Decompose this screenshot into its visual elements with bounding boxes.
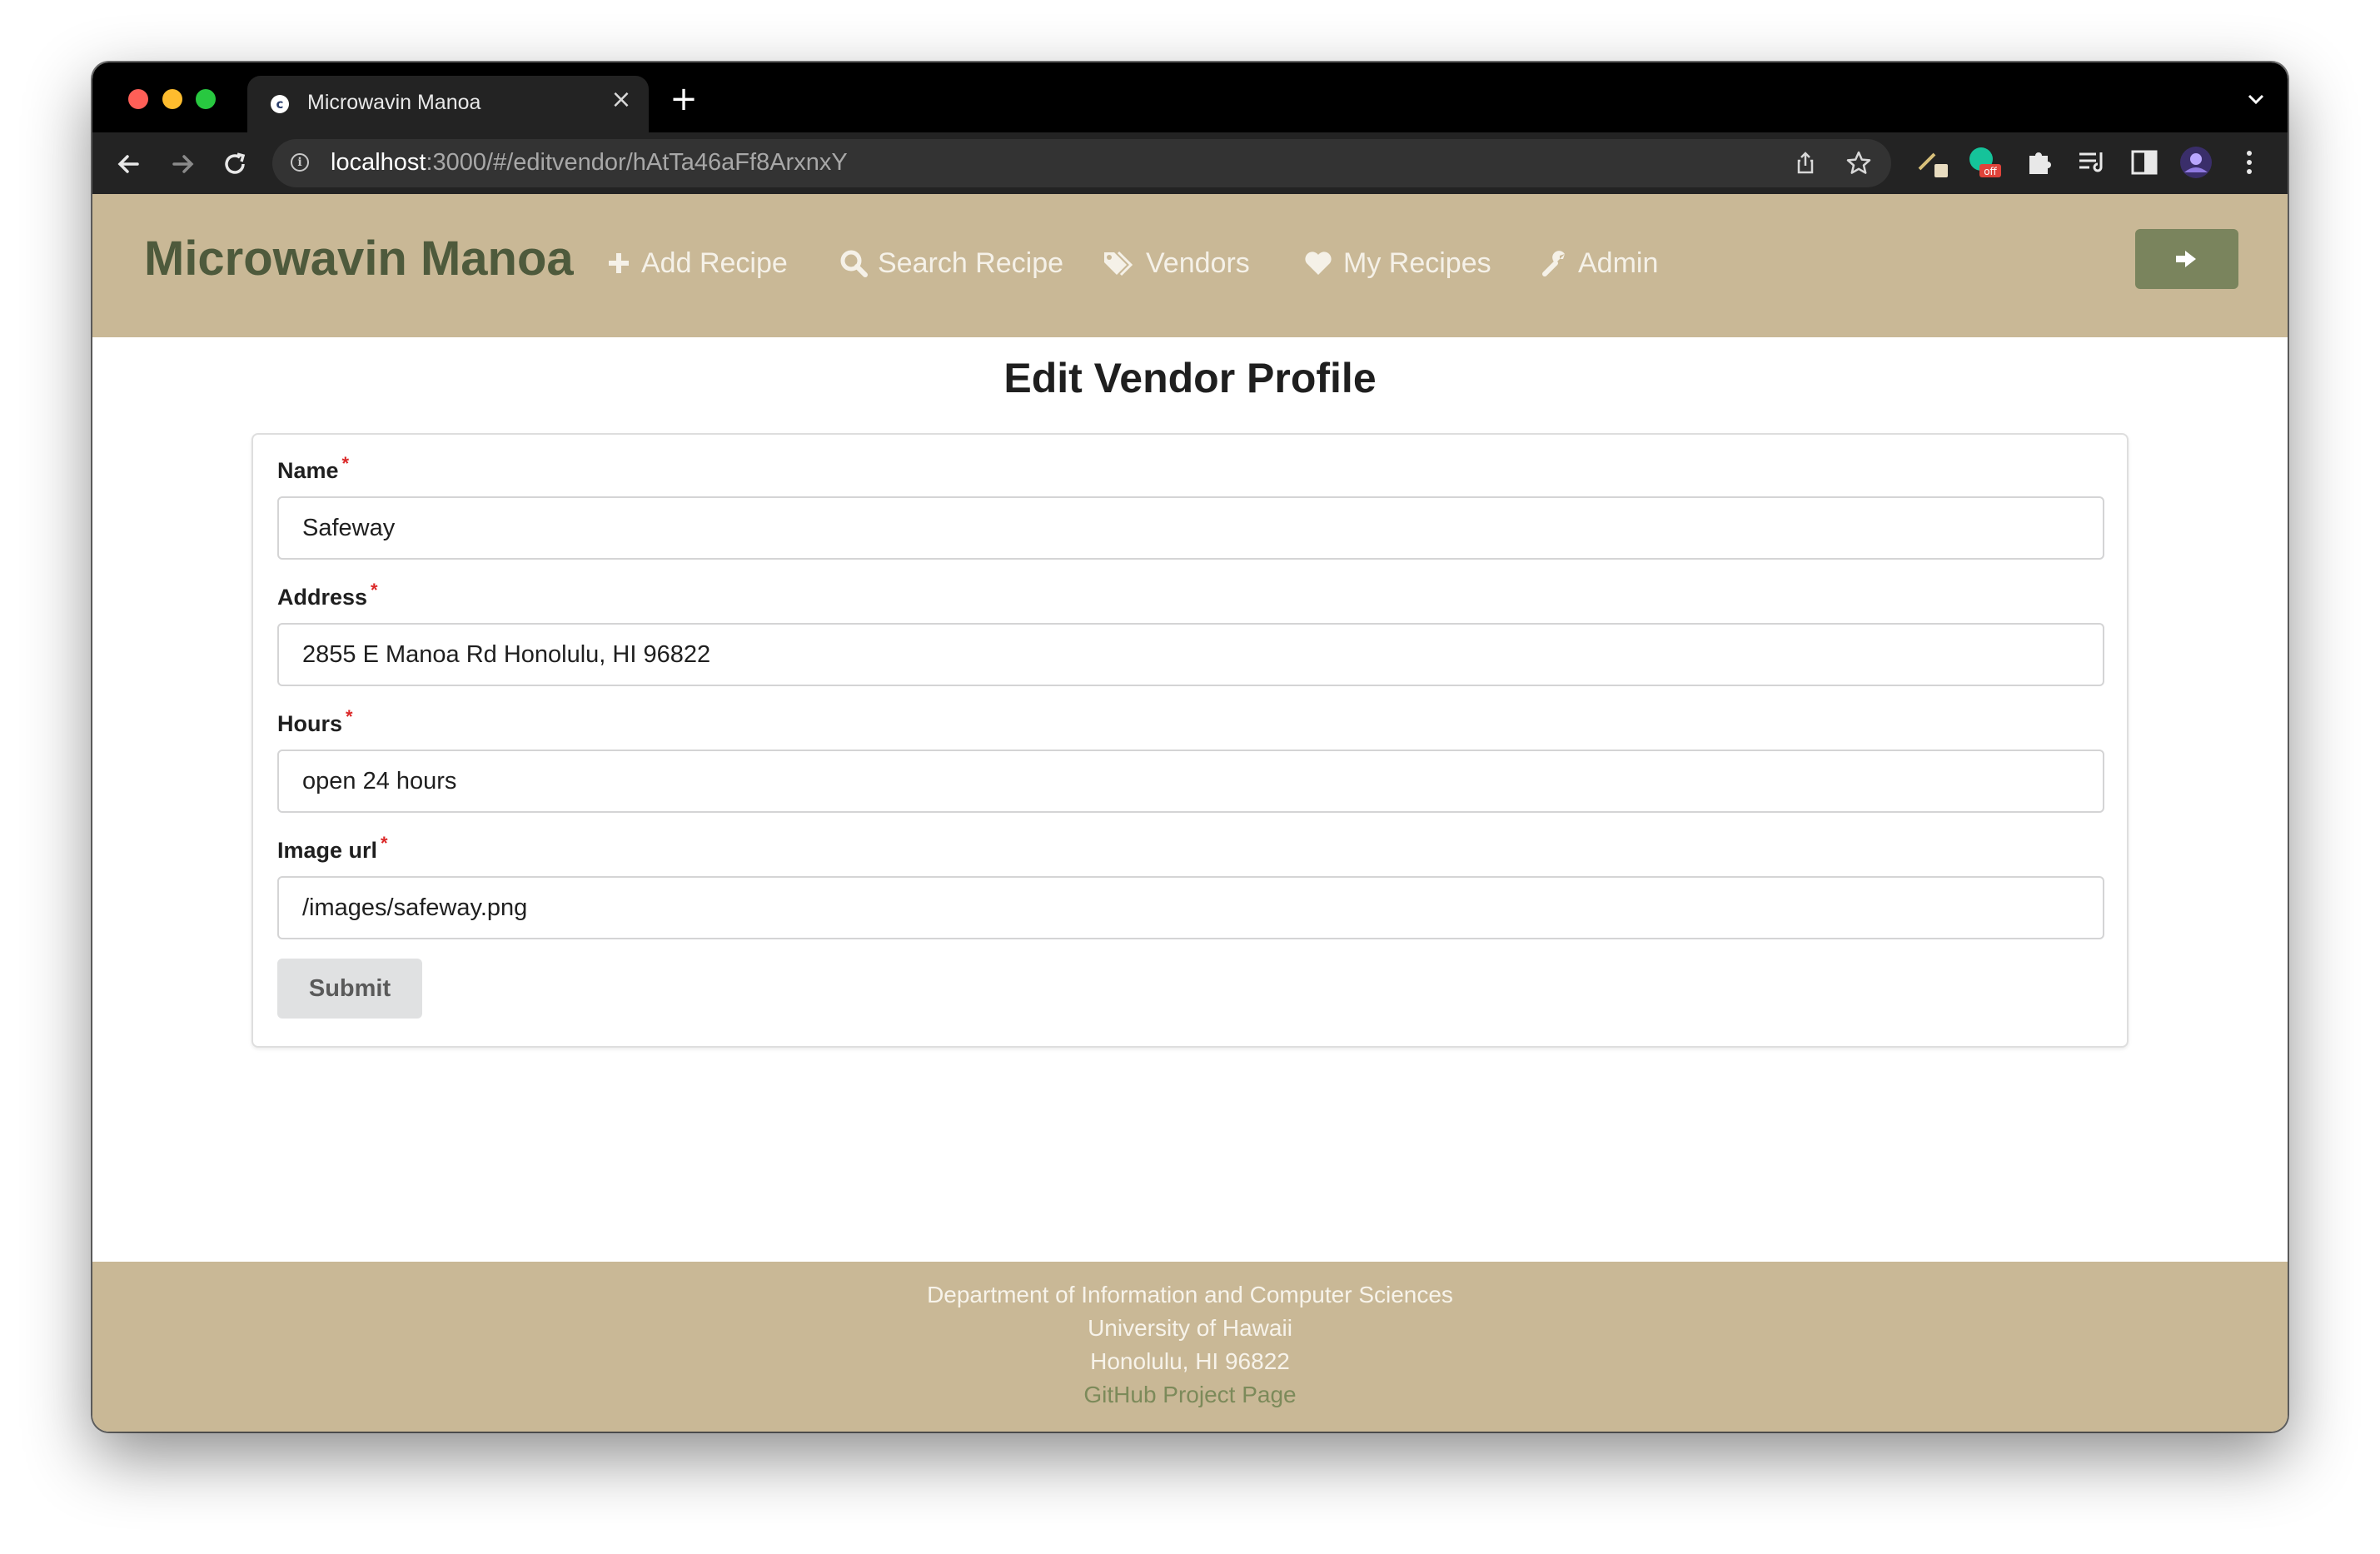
nav-label: Admin	[1578, 247, 1659, 279]
app-navbar: Microwavin Manoa Add Recipe Search Recip…	[92, 194, 2288, 337]
submit-button[interactable]: Submit	[277, 959, 422, 1019]
back-button[interactable]	[112, 147, 146, 181]
tab-title: Microwavin Manoa	[307, 91, 481, 114]
pencil-extension-icon[interactable]	[1914, 144, 1951, 181]
brand-logo[interactable]: Microwavin Manoa	[144, 231, 574, 286]
required-marker: *	[346, 706, 353, 727]
nav-my-recipes[interactable]: My Recipes	[1303, 242, 1491, 284]
hours-input[interactable]	[277, 750, 2104, 813]
profile-avatar-icon[interactable]	[2178, 144, 2214, 181]
footer: Department of Information and Computer S…	[92, 1262, 2288, 1432]
site-info-icon[interactable]: i	[291, 153, 309, 172]
footer-university: University of Hawaii	[1088, 1315, 1292, 1341]
nav-label: Search Recipe	[878, 247, 1064, 279]
address-bar[interactable]: i localhost:3000/#/editvendor/hAtTa46aFf…	[272, 139, 1891, 187]
nav-admin[interactable]: Admin	[1541, 242, 1658, 284]
image-url-input[interactable]	[277, 876, 2104, 939]
required-marker: *	[371, 580, 378, 600]
browser-tab[interactable]: c Microwavin Manoa ×	[247, 76, 649, 132]
logout-button[interactable]	[2135, 229, 2238, 289]
nav-search-recipe[interactable]: Search Recipe	[839, 242, 1063, 284]
reading-list-icon[interactable]	[2073, 144, 2109, 181]
address-label: Address *	[277, 580, 378, 610]
nav-label: Vendors	[1146, 247, 1250, 279]
close-window-button[interactable]	[128, 89, 148, 109]
search-icon	[840, 250, 868, 277]
address-input[interactable]	[277, 623, 2104, 686]
name-input[interactable]	[277, 496, 2104, 560]
wrench-icon	[1542, 251, 1565, 276]
image-url-label: Image url *	[277, 833, 388, 863]
tab-strip: c Microwavin Manoa × +	[92, 62, 2288, 132]
url-text: localhost:3000/#/editvendor/hAtTa46aFf8A…	[331, 149, 848, 176]
side-panel-icon[interactable]	[2126, 144, 2163, 181]
favicon-icon: c	[271, 95, 289, 113]
required-marker: *	[381, 833, 388, 854]
share-icon[interactable]	[1791, 149, 1820, 177]
extensions-puzzle-icon[interactable]	[2021, 144, 2058, 181]
nav-label: My Recipes	[1343, 247, 1491, 279]
nav-label: Add Recipe	[641, 247, 788, 279]
extension-badge: off	[1984, 166, 1997, 177]
tab-search-chevron-icon[interactable]	[2241, 84, 2271, 114]
bookmark-star-icon[interactable]	[1845, 149, 1873, 177]
plus-icon	[609, 253, 629, 273]
footer-location: Honolulu, HI 96822	[1090, 1348, 1290, 1374]
maximize-window-button[interactable]	[196, 89, 216, 109]
sign-out-icon	[2176, 251, 2196, 267]
close-tab-icon[interactable]: ×	[609, 87, 634, 112]
browser-menu-icon[interactable]	[2231, 144, 2268, 181]
github-project-link[interactable]: GitHub Project Page	[92, 1382, 2288, 1408]
required-marker: *	[341, 453, 350, 474]
forward-button[interactable]	[166, 147, 199, 181]
heart-icon	[1305, 252, 1332, 275]
new-tab-button[interactable]: +	[667, 82, 700, 116]
browser-toolbar: i localhost:3000/#/editvendor/hAtTa46aFf…	[92, 132, 2288, 194]
minimize-window-button[interactable]	[162, 89, 182, 109]
nav-vendors[interactable]: Vendors	[1103, 242, 1250, 284]
name-label: Name *	[277, 453, 350, 483]
hours-label: Hours *	[277, 706, 353, 736]
footer-department: Department of Information and Computer S…	[927, 1282, 1453, 1307]
reload-button[interactable]	[219, 147, 252, 181]
tags-icon	[1104, 251, 1133, 276]
nav-add-recipe[interactable]: Add Recipe	[606, 242, 788, 284]
grammar-extension-icon[interactable]: off	[1966, 144, 2003, 181]
browser-window: c Microwavin Manoa × + i localhost:3000/…	[92, 62, 2288, 1432]
page-title: Edit Vendor Profile	[1003, 355, 1377, 401]
edit-vendor-form: Name* Address* Hours* Image url* Submit	[251, 433, 2129, 1048]
